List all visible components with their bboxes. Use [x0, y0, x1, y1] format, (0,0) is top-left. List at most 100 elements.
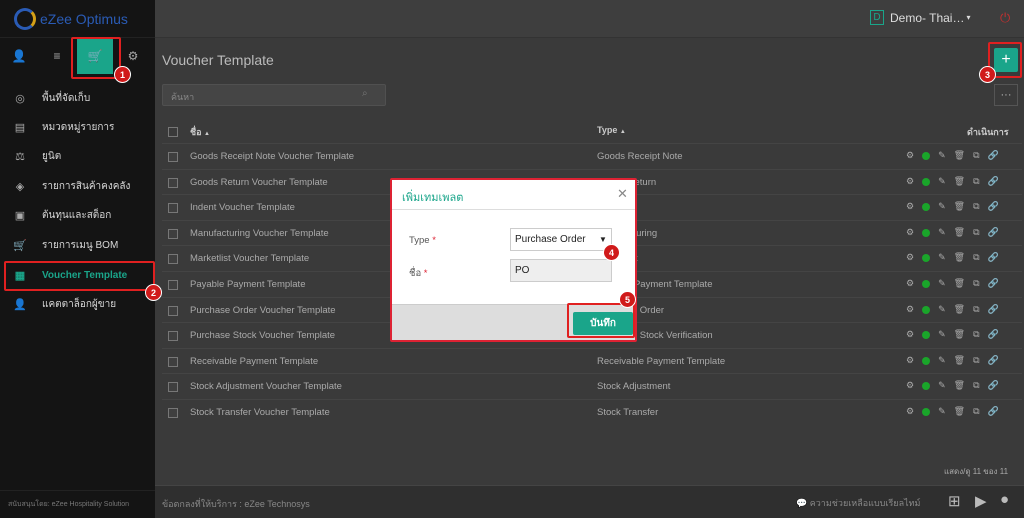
status-dot-icon[interactable]: [922, 305, 931, 314]
row-checkbox[interactable]: [168, 280, 178, 290]
gear-icon[interactable]: ⚙: [906, 227, 914, 238]
trash-icon[interactable]: 🗑: [954, 252, 965, 263]
link-icon[interactable]: 🔗: [988, 380, 999, 391]
more-button[interactable]: ···: [994, 84, 1018, 106]
trash-icon[interactable]: 🗑: [954, 176, 965, 187]
gear-icon[interactable]: ⚙: [906, 304, 914, 315]
row-name[interactable]: Goods Receipt Note Voucher Template: [190, 151, 354, 162]
edit-icon[interactable]: ✎: [938, 329, 946, 340]
sidebar-item-storage[interactable]: ◎ พื้นที่จัดเก็บ: [0, 84, 155, 113]
terms-link[interactable]: ข้อตกลงที่ให้บริการ : eZee Technosys: [162, 497, 310, 511]
windows-icon[interactable]: ⊞: [948, 492, 961, 510]
user-icon[interactable]: 👤: [0, 38, 38, 74]
gear-icon[interactable]: ⚙: [906, 329, 914, 340]
row-checkbox[interactable]: [168, 152, 178, 162]
row-name[interactable]: Stock Transfer Voucher Template: [190, 407, 330, 418]
row-checkbox[interactable]: [168, 408, 178, 418]
app-logo[interactable]: eZee Optimus: [0, 0, 155, 38]
link-icon[interactable]: 🔗: [988, 329, 999, 340]
sidebar-item-bom[interactable]: 🛒 รายการเมนู BOM: [0, 231, 155, 260]
copy-icon[interactable]: ⧉: [973, 406, 979, 417]
status-dot-icon[interactable]: [922, 408, 931, 416]
column-header-name[interactable]: ชื่อ ▲: [190, 125, 210, 139]
gear-icon[interactable]: ⚙: [906, 150, 914, 161]
sidebar-item-categories[interactable]: ▤ หมวดหมู่รายการ: [0, 113, 155, 142]
link-icon[interactable]: 🔗: [988, 150, 999, 161]
edit-icon[interactable]: ✎: [938, 150, 946, 161]
trash-icon[interactable]: 🗑: [954, 304, 965, 315]
copy-icon[interactable]: ⧉: [973, 176, 979, 187]
live-help-link[interactable]: 💬 ความช่วยเหลือแบบเรียลไทม์: [796, 496, 920, 510]
status-dot-icon[interactable]: [922, 152, 931, 160]
edit-icon[interactable]: ✎: [938, 355, 946, 366]
link-icon[interactable]: 🔗: [988, 355, 999, 366]
row-name[interactable]: Purchase Stock Voucher Template: [190, 330, 335, 341]
copy-icon[interactable]: ⧉: [973, 201, 979, 212]
table-row[interactable]: Receivable Payment Template Receivable Pa…: [162, 347, 1022, 374]
copy-icon[interactable]: ⧉: [973, 278, 979, 289]
row-checkbox[interactable]: [168, 228, 178, 239]
trash-icon[interactable]: 🗑: [954, 278, 965, 289]
trash-icon[interactable]: 🗑: [954, 380, 965, 391]
play-store-icon[interactable]: ▶: [975, 492, 987, 510]
link-icon[interactable]: 🔗: [988, 176, 999, 187]
link-icon[interactable]: 🔗: [988, 201, 999, 212]
link-icon[interactable]: 🔗: [988, 278, 999, 289]
row-name[interactable]: Marketlist Voucher Template: [190, 253, 309, 264]
row-checkbox[interactable]: [168, 254, 178, 265]
status-dot-icon[interactable]: [922, 203, 931, 212]
gear-icon[interactable]: ⚙: [906, 406, 914, 417]
row-checkbox[interactable]: [168, 305, 178, 316]
row-name[interactable]: Manufacturing Voucher Template: [190, 228, 329, 239]
status-dot-icon[interactable]: [922, 331, 931, 340]
gear-icon[interactable]: ⚙: [906, 176, 914, 187]
type-select[interactable]: Purchase Order: [510, 228, 612, 251]
status-dot-icon[interactable]: [922, 254, 931, 263]
table-row[interactable]: Goods Receipt Note Voucher Template Goods…: [162, 143, 1022, 169]
gear-icon[interactable]: ⚙: [906, 355, 914, 366]
sidebar-item-inventory[interactable]: ◈ รายการสินค้าคงคลัง: [0, 172, 155, 201]
status-dot-icon[interactable]: [922, 228, 931, 237]
property-selector[interactable]: D Demo- Thai… ▾: [870, 10, 970, 25]
select-all-checkbox[interactable]: [168, 127, 178, 137]
link-icon[interactable]: 🔗: [988, 252, 999, 263]
sidebar-item-units[interactable]: ⚖ ยูนิต: [0, 142, 155, 171]
power-icon[interactable]: ⏻: [1000, 10, 1010, 26]
copy-icon[interactable]: ⧉: [973, 252, 979, 263]
edit-icon[interactable]: ✎: [938, 278, 946, 289]
trash-icon[interactable]: 🗑: [954, 406, 965, 417]
trash-icon[interactable]: 🗑: [954, 201, 965, 212]
status-dot-icon[interactable]: [922, 382, 931, 391]
apple-icon[interactable]: ●: [1000, 491, 1009, 508]
trash-icon[interactable]: 🗑: [954, 329, 965, 340]
row-checkbox[interactable]: [168, 177, 178, 188]
close-icon[interactable]: ✕: [617, 186, 628, 202]
edit-icon[interactable]: ✎: [938, 304, 946, 315]
row-name[interactable]: Payable Payment Template: [190, 279, 305, 290]
edit-icon[interactable]: ✎: [938, 380, 946, 391]
trash-icon[interactable]: 🗑: [954, 355, 965, 366]
copy-icon[interactable]: ⧉: [973, 355, 979, 366]
row-name[interactable]: Receivable Payment Template: [190, 356, 318, 367]
copy-icon[interactable]: ⧉: [973, 304, 979, 315]
sidebar-item-cost-stock[interactable]: ▣ ต้นทุนและสต็อก: [0, 201, 155, 230]
status-dot-icon[interactable]: [922, 356, 931, 365]
gear-icon[interactable]: ⚙: [906, 201, 914, 212]
edit-icon[interactable]: ✎: [938, 406, 946, 417]
row-checkbox[interactable]: [168, 203, 178, 214]
link-icon[interactable]: 🔗: [988, 227, 999, 238]
edit-icon[interactable]: ✎: [938, 227, 946, 238]
copy-icon[interactable]: ⧉: [973, 227, 979, 238]
row-name[interactable]: Purchase Order Voucher Template: [190, 305, 336, 316]
table-row[interactable]: Stock Transfer Voucher Template Stock Tra…: [162, 399, 1022, 425]
gear-icon[interactable]: ⚙: [906, 380, 914, 391]
sidebar-item-vendor-catalog[interactable]: 👤 แคตตาล็อกผู้ขาย: [0, 290, 155, 319]
name-input[interactable]: PO: [510, 259, 612, 282]
trash-icon[interactable]: 🗑: [954, 227, 965, 238]
row-name[interactable]: Stock Adjustment Voucher Template: [190, 381, 342, 392]
row-name[interactable]: Indent Voucher Template: [190, 202, 295, 213]
edit-icon[interactable]: ✎: [938, 252, 946, 263]
column-header-type[interactable]: Type ▲: [597, 125, 626, 135]
search-input[interactable]: ค้นหา: [162, 84, 386, 106]
edit-icon[interactable]: ✎: [938, 176, 946, 187]
